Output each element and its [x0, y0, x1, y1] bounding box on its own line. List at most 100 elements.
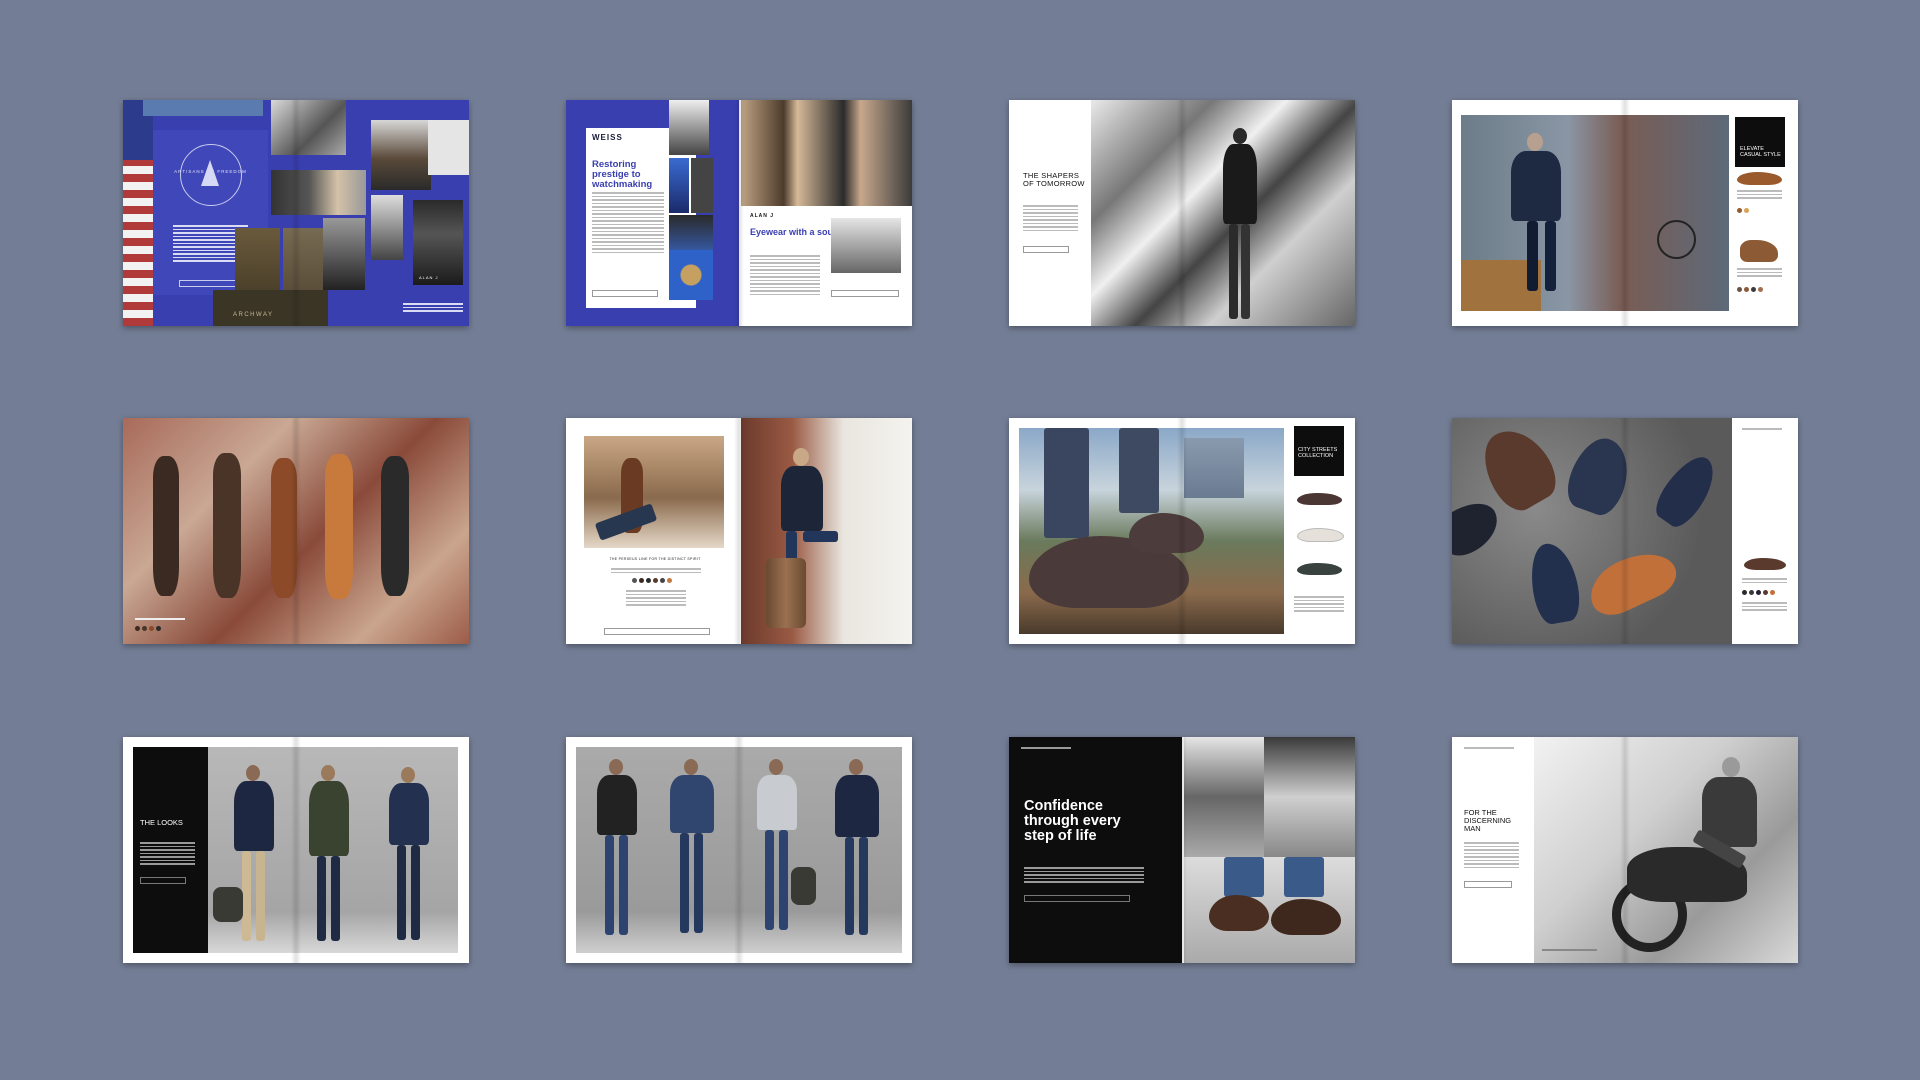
duffel-bag [791, 867, 816, 905]
coat [835, 775, 879, 837]
parka [309, 781, 349, 856]
jeans-cuff-left [1224, 857, 1264, 897]
spread-elevate-casual-style[interactable]: ELEVATE CASUAL STYLE [1452, 100, 1798, 326]
model-navy-jacket [383, 767, 433, 952]
discerning-body-text [1464, 842, 1519, 870]
head [1233, 128, 1247, 144]
weiss-cta[interactable] [592, 290, 658, 297]
blazer [781, 466, 823, 531]
discerning-cta[interactable] [1464, 881, 1512, 888]
model-navy-peacoat [228, 765, 278, 950]
jacket [670, 775, 714, 833]
model-leather-jacket [591, 759, 641, 949]
weiss-logo: WEISS [592, 133, 623, 142]
elevate-headline: ELEVATE CASUAL STYLE [1740, 146, 1781, 158]
perseus-caption: THE PERSEUS LINE FOR THE DISTINCT SPIRIT [609, 557, 701, 561]
header-text [1464, 747, 1514, 751]
spread-wingtips-on-wood[interactable] [123, 418, 469, 644]
portrait-man-photo [413, 200, 463, 285]
spread-sneakers-asphalt[interactable] [1452, 418, 1798, 644]
eyewear-headline: Eyewear with a soul [750, 227, 836, 237]
product-1-text [1737, 190, 1782, 201]
shoe-black-wingtip [381, 456, 409, 596]
spread-perseus-line[interactable]: THE PERSEUS LINE FOR THE DISTINCT SPIRIT [566, 418, 912, 644]
spread-city-streets[interactable]: CITY STREETS COLLECTION [1009, 418, 1355, 644]
product-text [1742, 578, 1787, 585]
tree-icon [201, 160, 219, 186]
watch-hand-photo [271, 170, 366, 215]
eyewear-men-photo [741, 100, 912, 206]
barrel [766, 558, 806, 628]
perseus-swatches[interactable] [632, 578, 672, 583]
bikers-photo [371, 195, 403, 260]
product-sneaker [1744, 558, 1786, 570]
head [1527, 133, 1543, 151]
product-2-swatches[interactable] [1737, 287, 1763, 292]
leg [605, 835, 614, 935]
product-swatches[interactable] [1742, 590, 1775, 595]
perseus-price-text [626, 590, 686, 608]
color-swatches[interactable] [135, 626, 161, 631]
coat [234, 781, 274, 851]
city-headline-box: CITY STREETS COLLECTION [1294, 426, 1344, 476]
spread-four-looks[interactable] [566, 737, 912, 963]
street-model-photo [1184, 737, 1264, 857]
sweater [757, 775, 797, 830]
product-sneaker-grey [1297, 563, 1342, 575]
spread-shapers-of-tomorrow[interactable]: THE SHAPERS OF TOMORROW [1009, 100, 1355, 326]
archway-logo: ARCHWAY [233, 312, 274, 318]
model-navy-peacoat [831, 759, 881, 949]
spread-discerning-man[interactable]: FOR THE DISCERNING MAN [1452, 737, 1798, 963]
model-seated [1497, 125, 1572, 305]
shoe-cognac-captoe [271, 458, 297, 598]
denim-photo [143, 100, 263, 116]
eyewear-body-text [750, 255, 820, 297]
portrait-photo [1264, 737, 1355, 857]
shoe-dark-brown [153, 456, 179, 596]
workshop-photo [271, 100, 346, 155]
looks-cta[interactable] [140, 877, 186, 884]
model-leaning-wall [1219, 128, 1259, 326]
spread-artisans-of-freedom[interactable]: ARTISANS OF FREEDOM ARCHWAY ALAN J [123, 100, 469, 326]
product-sneaker-brown [1297, 493, 1342, 505]
product-sneaker-white [1297, 528, 1344, 542]
bicycle-wheel [1657, 220, 1696, 259]
weiss-headline: Restoring prestige to watchmaking [592, 159, 653, 190]
confidence-cta[interactable] [1024, 895, 1130, 902]
spread-watchmaking-eyewear[interactable]: WEISS Restoring prestige to watchmaking … [566, 100, 912, 326]
model-grey-sweater [751, 759, 801, 949]
leg [331, 856, 340, 941]
product-1-swatches[interactable] [1737, 208, 1749, 213]
stars-shirt-photo [428, 120, 469, 175]
spread-the-looks[interactable]: THE LOOKS [123, 737, 469, 963]
head [793, 448, 809, 466]
jeans-cuff-right [1284, 857, 1324, 897]
perseus-cta[interactable] [604, 628, 710, 635]
head [849, 759, 863, 775]
leg [845, 837, 854, 935]
footer-text [403, 303, 463, 314]
header-text [1742, 428, 1782, 432]
spread-confidence[interactable]: Confidence through every step of life [1009, 737, 1355, 963]
elevate-headline-box: ELEVATE CASUAL STYLE [1735, 117, 1785, 167]
eyewear-cta[interactable] [831, 290, 899, 297]
leg [411, 845, 420, 940]
tools-photo [323, 218, 365, 290]
watch-tools-photo [669, 158, 689, 213]
archway-photo [213, 290, 328, 326]
shoe-brogue-brown [213, 453, 241, 598]
shapers-cta[interactable] [1023, 246, 1069, 253]
leg [803, 531, 838, 542]
leg [397, 845, 406, 940]
head [246, 765, 260, 781]
model-rider [1672, 757, 1772, 907]
leg [779, 830, 788, 930]
product-boot-2 [1740, 240, 1778, 262]
looks-body-text [140, 842, 195, 867]
head [684, 759, 698, 775]
model-olive-parka [303, 765, 353, 950]
catalog-spreads-grid: ARTISANS OF FREEDOM ARCHWAY ALAN J WEISS… [0, 0, 1920, 1080]
photo-caption [1542, 949, 1597, 953]
head [321, 765, 335, 781]
product-price-text [1742, 602, 1787, 613]
